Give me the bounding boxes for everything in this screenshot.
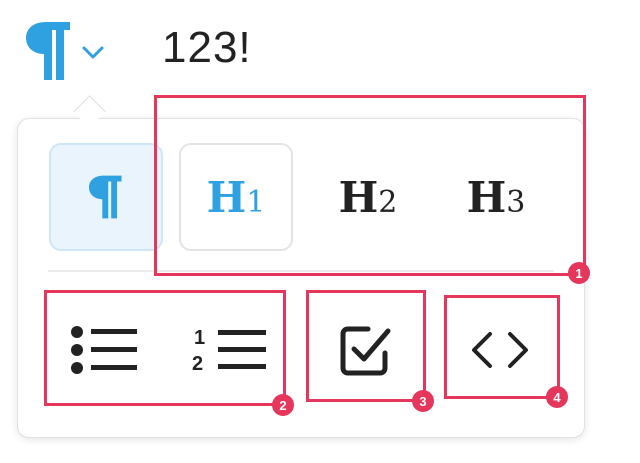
- annotation-badge: 1: [568, 262, 590, 284]
- heading-2-label: H2: [338, 172, 398, 222]
- checklist-button[interactable]: [318, 305, 414, 395]
- editor-text[interactable]: 123!: [162, 16, 252, 80]
- heading-1-label: H1: [206, 172, 266, 222]
- pilcrow-icon: [26, 22, 70, 80]
- pilcrow-icon: [89, 175, 122, 219]
- code-brackets-icon: [472, 332, 528, 368]
- heading-3-label: H3: [466, 172, 526, 222]
- bulleted-list-button[interactable]: [60, 305, 150, 395]
- block-type-dropdown-trigger[interactable]: [24, 18, 120, 82]
- numbered-list-digit: 1: [194, 327, 205, 349]
- popup-divider: [48, 270, 554, 272]
- chevron-down-icon: [82, 46, 104, 59]
- bulleted-list-icon: [71, 326, 137, 374]
- code-block-button[interactable]: [452, 305, 548, 395]
- numbered-list-digit: 2: [192, 353, 203, 375]
- paragraph-button[interactable]: [49, 143, 163, 251]
- annotation-badge: 3: [412, 390, 434, 412]
- heading-3-button[interactable]: H3: [441, 143, 551, 251]
- heading-1-button[interactable]: H1: [179, 143, 293, 251]
- numbered-list-button[interactable]: 1 2: [185, 305, 275, 395]
- checkbox-checked-icon: [340, 326, 391, 376]
- heading-2-button[interactable]: H2: [313, 143, 423, 251]
- numbered-list-icon: 1 2: [192, 327, 266, 375]
- annotation-badge: 2: [272, 394, 294, 416]
- annotation-badge: 4: [546, 386, 568, 408]
